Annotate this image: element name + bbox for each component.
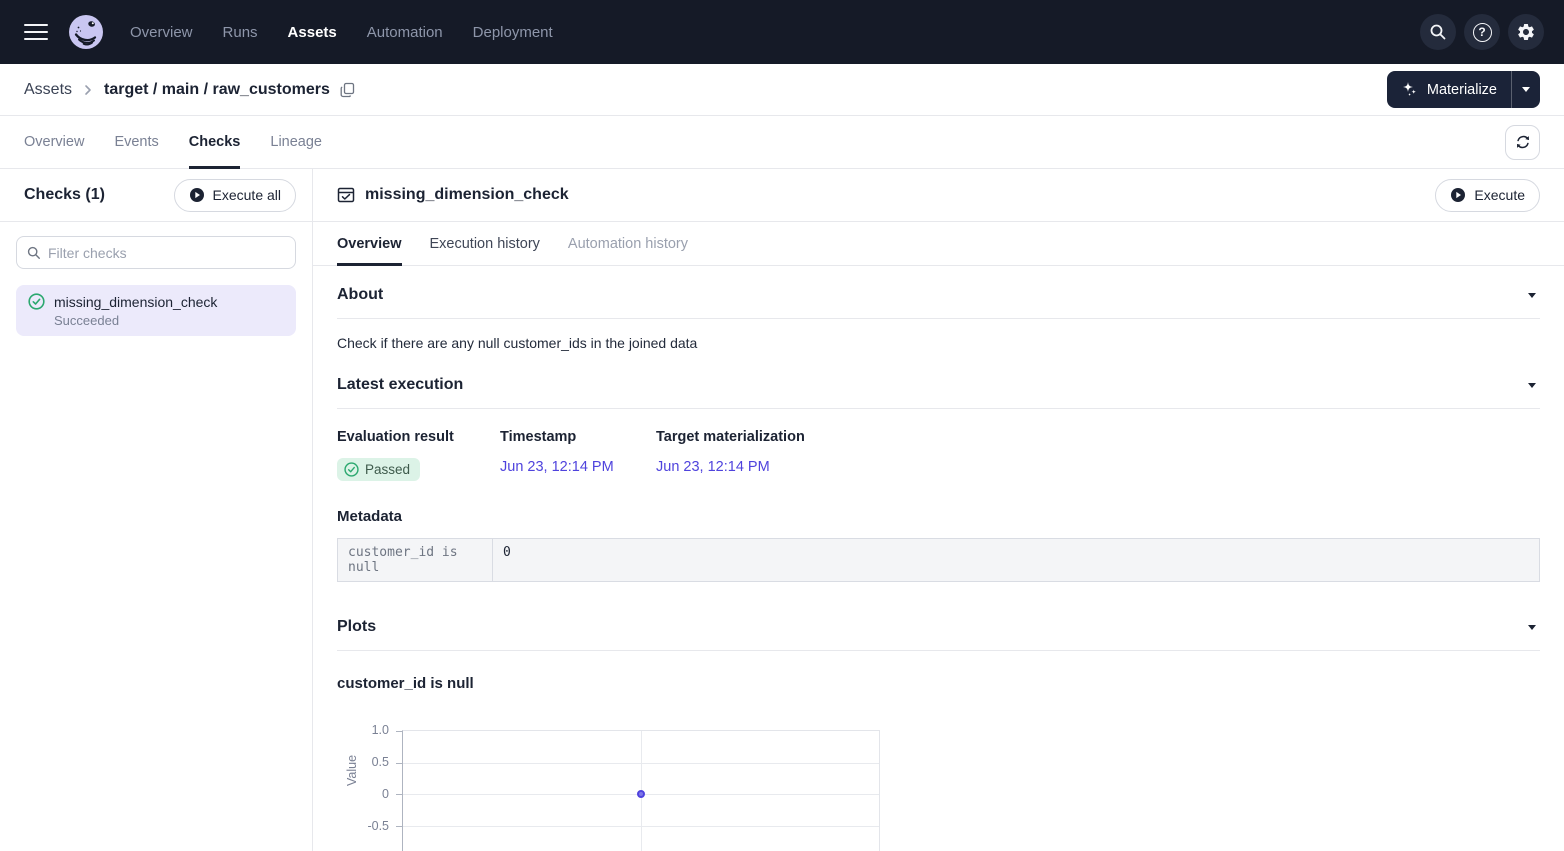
plot-area [402,730,880,851]
target-materialization-header: Target materialization [656,429,805,445]
metadata-value: 0 [493,539,521,581]
gear-icon [1516,22,1536,42]
plots-heading: Plots [337,618,376,636]
nav-item-deployment[interactable]: Deployment [473,24,553,41]
check-detail-content: About Check if there are any null custom… [313,266,1564,851]
metadata-key: customer_id is null [338,539,493,581]
top-nav-actions [1420,14,1544,50]
filter-checks-box [16,236,296,269]
collapse-caret-icon[interactable] [1528,293,1536,298]
target-materialization-link[interactable]: Jun 23, 12:14 PM [656,459,770,475]
execute-all-label: Execute all [213,187,281,203]
play-circle-icon [189,187,205,203]
plots-section-header: Plots [337,582,1540,651]
check-circle-icon [28,293,45,310]
tab-overview[interactable]: Overview [24,116,84,169]
check-detail-title: missing_dimension_check [365,186,569,204]
check-circle-icon [344,462,359,477]
check-status: Succeeded [54,313,284,328]
breadcrumb-row: Assets target / main / raw_customers Mat… [0,64,1564,116]
tab-automation-history[interactable]: Automation history [568,222,688,266]
metadata-table: customer_id is null 0 [337,538,1540,582]
evaluation-result-column: Evaluation result Passed [337,429,500,482]
refresh-icon [1515,134,1531,150]
materialize-button[interactable]: Materialize [1387,71,1511,108]
materialize-label: Materialize [1427,82,1497,98]
checks-count-title: Checks (1) [24,186,105,204]
materialize-dropdown-button[interactable] [1511,71,1540,108]
asset-tabs: Overview Events Checks Lineage [24,116,322,169]
nav-item-overview[interactable]: Overview [130,24,193,41]
dagster-logo-icon[interactable] [68,14,104,50]
search-icon [1429,23,1447,41]
tab-events[interactable]: Events [114,116,158,169]
about-section-header: About [337,266,1540,319]
evaluation-result-header: Evaluation result [337,429,500,445]
nav-item-runs[interactable]: Runs [223,24,258,41]
plot-title: customer_id is null [337,675,1540,692]
checks-panel-header: Checks (1) Execute all [0,169,312,222]
sparkle-icon [1401,81,1418,98]
passed-label: Passed [365,462,410,477]
help-icon [1473,23,1492,42]
value-over-time-chart: Value 1.0 0.5 0 -0.5 -1.0 [337,722,1540,851]
asset-check-icon [337,186,355,204]
about-heading: About [337,286,383,304]
passed-badge: Passed [337,458,420,481]
y-tick-label: 0 [337,787,389,801]
check-detail-panel: missing_dimension_check Execute Overview… [313,169,1564,851]
y-tick-label: -0.5 [337,819,389,833]
breadcrumb-assets-link[interactable]: Assets [24,81,72,99]
chevron-right-icon [83,84,93,96]
collapse-caret-icon[interactable] [1528,625,1536,630]
help-button[interactable] [1464,14,1500,50]
collapse-caret-icon[interactable] [1528,383,1536,388]
about-description: Check if there are any null customer_ids… [337,335,1540,351]
page-body: Checks (1) Execute all m [0,169,1564,851]
play-circle-icon [1450,187,1466,203]
check-name: missing_dimension_check [54,294,217,310]
primary-nav: Overview Runs Assets Automation Deployme… [130,24,553,41]
checks-sidebar: Checks (1) Execute all m [0,169,313,851]
refresh-button[interactable] [1505,125,1540,160]
search-icon [27,246,41,260]
breadcrumb-asset-key: target / main / raw_customers [104,81,330,99]
y-tick-label: 0.5 [337,755,389,769]
hamburger-menu-icon[interactable] [24,24,48,41]
latest-execution-grid: Evaluation result Passed Timestamp Jun 2… [337,429,1540,482]
check-detail-header: missing_dimension_check Execute [313,169,1564,222]
tab-execution-history[interactable]: Execution history [430,222,540,266]
latest-execution-heading: Latest execution [337,376,463,394]
check-detail-tabs: Overview Execution history Automation hi… [313,222,1564,266]
tab-check-overview[interactable]: Overview [337,222,402,266]
materialize-split-button: Materialize [1387,71,1540,108]
execute-all-button[interactable]: Execute all [174,179,296,212]
execute-label: Execute [1474,187,1525,203]
nav-item-automation[interactable]: Automation [367,24,443,41]
filter-checks-input[interactable] [48,245,285,261]
timestamp-column: Timestamp Jun 23, 12:14 PM [500,429,656,482]
settings-button[interactable] [1508,14,1544,50]
metadata-heading: Metadata [337,508,1540,525]
timestamp-header: Timestamp [500,429,656,445]
check-list-item[interactable]: missing_dimension_check Succeeded [16,285,296,336]
tab-lineage[interactable]: Lineage [270,116,322,169]
target-materialization-column: Target materialization Jun 23, 12:14 PM [656,429,805,482]
copy-icon [340,82,355,98]
asset-tabs-row: Overview Events Checks Lineage [0,116,1564,169]
execute-button[interactable]: Execute [1435,179,1540,212]
nav-item-assets[interactable]: Assets [288,24,337,41]
tab-checks[interactable]: Checks [189,116,241,169]
latest-execution-section-header: Latest execution [337,351,1540,409]
timestamp-link[interactable]: Jun 23, 12:14 PM [500,459,614,475]
data-point[interactable] [637,790,645,798]
y-tick-label: 1.0 [337,723,389,737]
caret-down-icon [1522,87,1530,92]
search-button[interactable] [1420,14,1456,50]
copy-button[interactable] [340,82,355,98]
top-nav: Overview Runs Assets Automation Deployme… [0,0,1564,64]
